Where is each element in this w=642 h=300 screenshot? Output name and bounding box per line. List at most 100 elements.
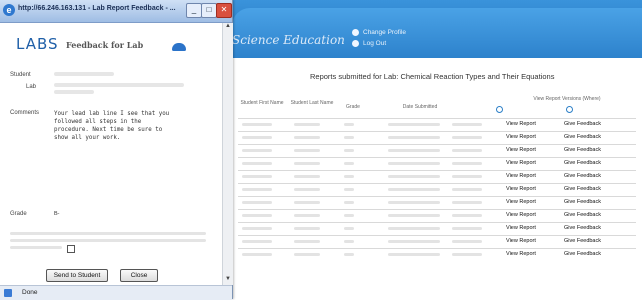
- table-row: View Report Give Feedback: [238, 170, 636, 183]
- cell-placeholder: [388, 253, 440, 256]
- minimize-button[interactable]: _: [186, 3, 202, 18]
- table-row: View Report Give Feedback: [238, 144, 636, 157]
- view-report-link[interactable]: View Report: [506, 199, 536, 205]
- cell-placeholder: [242, 188, 272, 191]
- cell-placeholder: [388, 175, 440, 178]
- view-report-link[interactable]: View Report: [506, 212, 536, 218]
- minimize-icon: _: [191, 5, 197, 14]
- cell-placeholder: [344, 227, 354, 230]
- view-report-link[interactable]: View Report: [506, 134, 536, 140]
- view-report-link[interactable]: View Report: [506, 186, 536, 192]
- vertical-scrollbar[interactable]: ▲ ▼: [222, 23, 233, 285]
- reports-title: Reports submitted for Lab: Chemical Reac…: [310, 72, 555, 81]
- cell-placeholder: [388, 136, 440, 139]
- radio-icon[interactable]: [566, 106, 573, 113]
- logo-text: LABS: [16, 35, 59, 53]
- cell-placeholder: [388, 123, 440, 126]
- close-window-button[interactable]: ✕: [216, 3, 232, 18]
- view-report-link[interactable]: View Report: [506, 225, 536, 231]
- view-report-link[interactable]: View Report: [506, 147, 536, 153]
- cell-placeholder: [452, 123, 482, 126]
- grade-value[interactable]: B-: [54, 211, 60, 217]
- maximize-button[interactable]: □: [201, 3, 217, 18]
- give-feedback-link[interactable]: Give Feedback: [564, 147, 601, 153]
- logout-icon: [352, 40, 359, 47]
- cell-placeholder: [294, 162, 320, 165]
- student-value: [54, 72, 114, 76]
- cell-placeholder: [452, 214, 482, 217]
- popup-heading: Feedback for Lab: [66, 40, 144, 50]
- brand-text: Science Education: [232, 33, 345, 47]
- lab-value-line-2: [54, 90, 94, 94]
- give-feedback-link[interactable]: Give Feedback: [564, 212, 601, 218]
- grade-label: Grade: [10, 211, 27, 217]
- cell-placeholder: [294, 240, 320, 243]
- give-feedback-link[interactable]: Give Feedback: [564, 225, 601, 231]
- table-row: View Report Give Feedback: [238, 131, 636, 144]
- cell-placeholder: [452, 253, 482, 256]
- close-icon: ✕: [220, 5, 228, 14]
- view-report-link[interactable]: View Report: [506, 238, 536, 244]
- comments-label: Comments: [10, 110, 40, 116]
- cell-placeholder: [388, 227, 440, 230]
- view-report-link[interactable]: View Report: [506, 121, 536, 127]
- give-feedback-link[interactable]: Give Feedback: [564, 134, 601, 140]
- cell-placeholder: [388, 149, 440, 152]
- cell-placeholder: [242, 136, 272, 139]
- view-options: [496, 106, 636, 113]
- give-feedback-link[interactable]: Give Feedback: [564, 238, 601, 244]
- cell-placeholder: [344, 136, 354, 139]
- notify-checkbox[interactable]: [67, 245, 75, 253]
- radio-icon[interactable]: [496, 106, 503, 113]
- give-feedback-link[interactable]: Give Feedback: [564, 251, 601, 257]
- header-bubble-icon: [172, 43, 186, 51]
- cell-placeholder: [242, 240, 272, 243]
- table-row: View Report Give Feedback: [238, 196, 636, 209]
- cell-placeholder: [242, 201, 272, 204]
- col-actions: View Report Versions (Where): [533, 96, 601, 102]
- col-grade: Grade: [346, 104, 360, 110]
- lab-label: Lab: [26, 84, 37, 90]
- cell-placeholder: [242, 175, 272, 178]
- col-first-name: Student First Name: [240, 100, 284, 106]
- scroll-down-arrow-icon[interactable]: ▼: [223, 276, 233, 285]
- cell-placeholder: [344, 188, 354, 191]
- cell-placeholder: [344, 162, 354, 165]
- cell-placeholder: [294, 214, 320, 217]
- view-report-link[interactable]: View Report: [506, 173, 536, 179]
- cell-placeholder: [294, 201, 320, 204]
- give-feedback-link[interactable]: Give Feedback: [564, 173, 601, 179]
- close-button[interactable]: Close: [120, 269, 158, 282]
- nav-change-profile[interactable]: Change Profile: [352, 27, 406, 38]
- help-text: [10, 230, 210, 249]
- give-feedback-link[interactable]: Give Feedback: [564, 160, 601, 166]
- send-to-student-button[interactable]: Send to Student: [46, 269, 108, 282]
- view-report-link[interactable]: View Report: [506, 251, 536, 257]
- status-text: Done: [22, 289, 38, 296]
- cell-placeholder: [242, 149, 272, 152]
- nav-log-out[interactable]: Log Out: [352, 38, 406, 49]
- cell-placeholder: [344, 253, 354, 256]
- cell-placeholder: [452, 162, 482, 165]
- view-report-link[interactable]: View Report: [506, 160, 536, 166]
- cell-placeholder: [452, 201, 482, 204]
- table-row: View Report Give Feedback: [238, 248, 636, 261]
- cell-placeholder: [388, 214, 440, 217]
- table-row: View Report Give Feedback: [238, 118, 636, 131]
- cell-placeholder: [344, 240, 354, 243]
- give-feedback-link[interactable]: Give Feedback: [564, 199, 601, 205]
- cell-placeholder: [452, 188, 482, 191]
- cell-placeholder: [344, 123, 354, 126]
- cell-placeholder: [242, 162, 272, 165]
- comments-textarea[interactable]: Your lead lab line I see that you follow…: [54, 110, 204, 142]
- status-bar: Done: [0, 285, 232, 300]
- give-feedback-link[interactable]: Give Feedback: [564, 186, 601, 192]
- window-title: http://66.246.163.131 - Lab Report Feedb…: [18, 5, 176, 12]
- scroll-up-arrow-icon[interactable]: ▲: [223, 23, 233, 32]
- table-row: View Report Give Feedback: [238, 222, 636, 235]
- profile-icon: [352, 29, 359, 36]
- feedback-popup-window: e http://66.246.163.131 - Lab Report Fee…: [0, 0, 233, 300]
- col-last-name: Student Last Name: [290, 100, 334, 106]
- cell-placeholder: [294, 188, 320, 191]
- give-feedback-link[interactable]: Give Feedback: [564, 121, 601, 127]
